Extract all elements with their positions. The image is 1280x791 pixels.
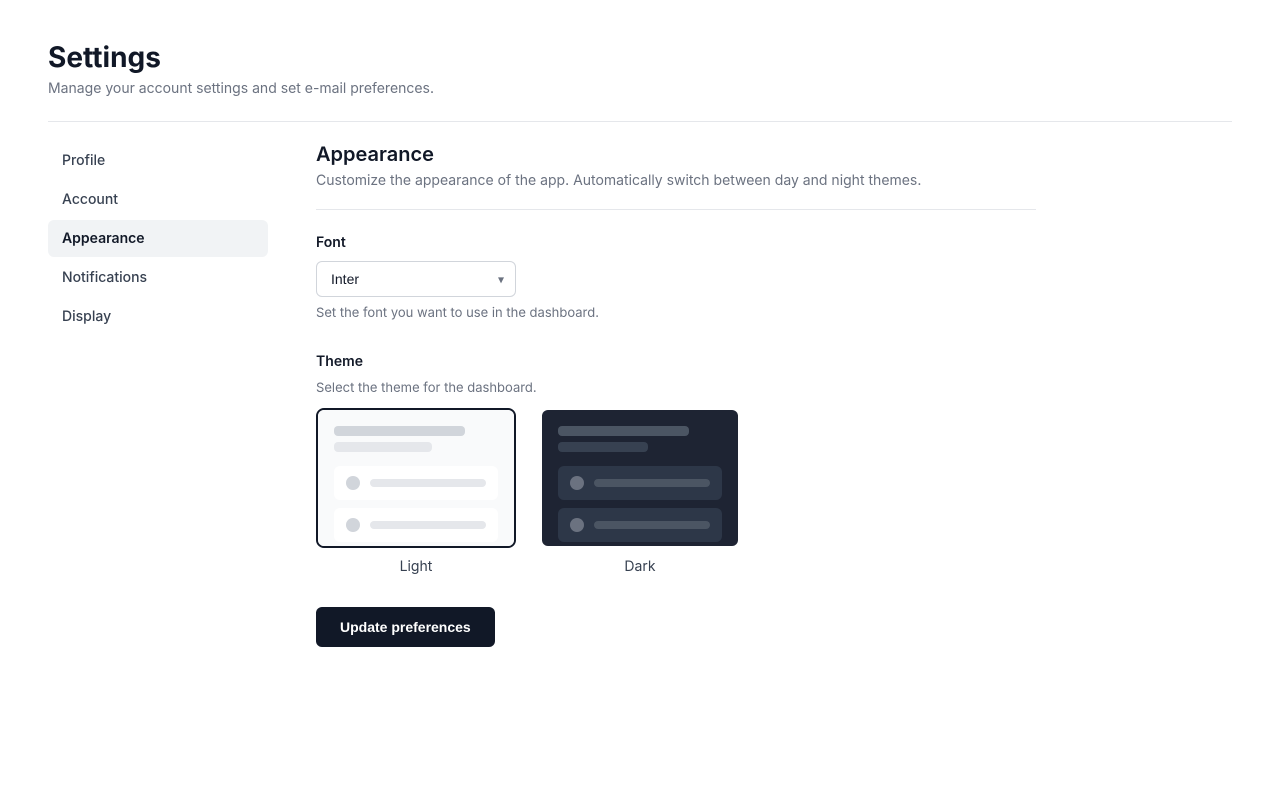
- light-dot2: [346, 518, 360, 532]
- sidebar-item-label: Appearance: [62, 230, 145, 247]
- update-preferences-button[interactable]: Update preferences: [316, 607, 495, 647]
- dark-theme-preview[interactable]: [540, 408, 740, 548]
- sidebar-item-profile[interactable]: Profile: [48, 142, 268, 179]
- sidebar-item-notifications[interactable]: Notifications: [48, 259, 268, 296]
- font-select[interactable]: Inter Roboto Open Sans Lato Poppins: [316, 261, 516, 297]
- page-title: Settings: [48, 40, 1232, 74]
- content-layout: Profile Account Appearance Notifications…: [48, 142, 1232, 647]
- page-header: Settings Manage your account settings an…: [48, 40, 1232, 97]
- light-preview-item2: [334, 508, 498, 542]
- section-divider: [316, 209, 1036, 210]
- sidebar-item-label: Notifications: [62, 269, 147, 286]
- light-line2: [370, 521, 486, 529]
- font-hint: Set the font you want to use in the dash…: [316, 305, 1036, 321]
- theme-field-group: Theme Select the theme for the dashboard…: [316, 353, 1036, 575]
- dark-preview-item2: [558, 508, 722, 542]
- light-preview-item1: [334, 466, 498, 500]
- light-preview-row2: [334, 442, 432, 452]
- dark-preview-row2: [558, 442, 648, 452]
- theme-options: Light: [316, 408, 1036, 575]
- dark-preview-row1: [558, 426, 689, 436]
- font-select-wrapper: Inter Roboto Open Sans Lato Poppins ▾: [316, 261, 516, 297]
- section-title: Appearance: [316, 142, 1036, 166]
- theme-option-light[interactable]: Light: [316, 408, 516, 575]
- font-label: Font: [316, 234, 1036, 251]
- main-content: Appearance Customize the appearance of t…: [316, 142, 1036, 647]
- sidebar: Profile Account Appearance Notifications…: [48, 142, 268, 647]
- sidebar-item-label: Display: [62, 308, 111, 325]
- dark-dot1: [570, 476, 584, 490]
- sidebar-nav: Profile Account Appearance Notifications…: [48, 142, 268, 335]
- page-subtitle: Manage your account settings and set e-m…: [48, 80, 1232, 97]
- light-line1: [370, 479, 486, 487]
- light-theme-preview[interactable]: [316, 408, 516, 548]
- section-subtitle: Customize the appearance of the app. Aut…: [316, 172, 1036, 189]
- header-divider: [48, 121, 1232, 122]
- sidebar-item-label: Account: [62, 191, 118, 208]
- theme-label: Theme: [316, 353, 1036, 370]
- font-field-group: Font Inter Roboto Open Sans Lato Poppins…: [316, 234, 1036, 321]
- sidebar-item-label: Profile: [62, 152, 105, 169]
- light-preview-row1: [334, 426, 465, 436]
- dark-dot2: [570, 518, 584, 532]
- theme-hint: Select the theme for the dashboard.: [316, 380, 1036, 396]
- light-dot1: [346, 476, 360, 490]
- sidebar-item-account[interactable]: Account: [48, 181, 268, 218]
- dark-line2: [594, 521, 710, 529]
- light-theme-label: Light: [400, 558, 433, 575]
- dark-preview-item1: [558, 466, 722, 500]
- dark-line1: [594, 479, 710, 487]
- dark-theme-label: Dark: [624, 558, 655, 575]
- sidebar-item-appearance[interactable]: Appearance: [48, 220, 268, 257]
- theme-option-dark[interactable]: Dark: [540, 408, 740, 575]
- sidebar-item-display[interactable]: Display: [48, 298, 268, 335]
